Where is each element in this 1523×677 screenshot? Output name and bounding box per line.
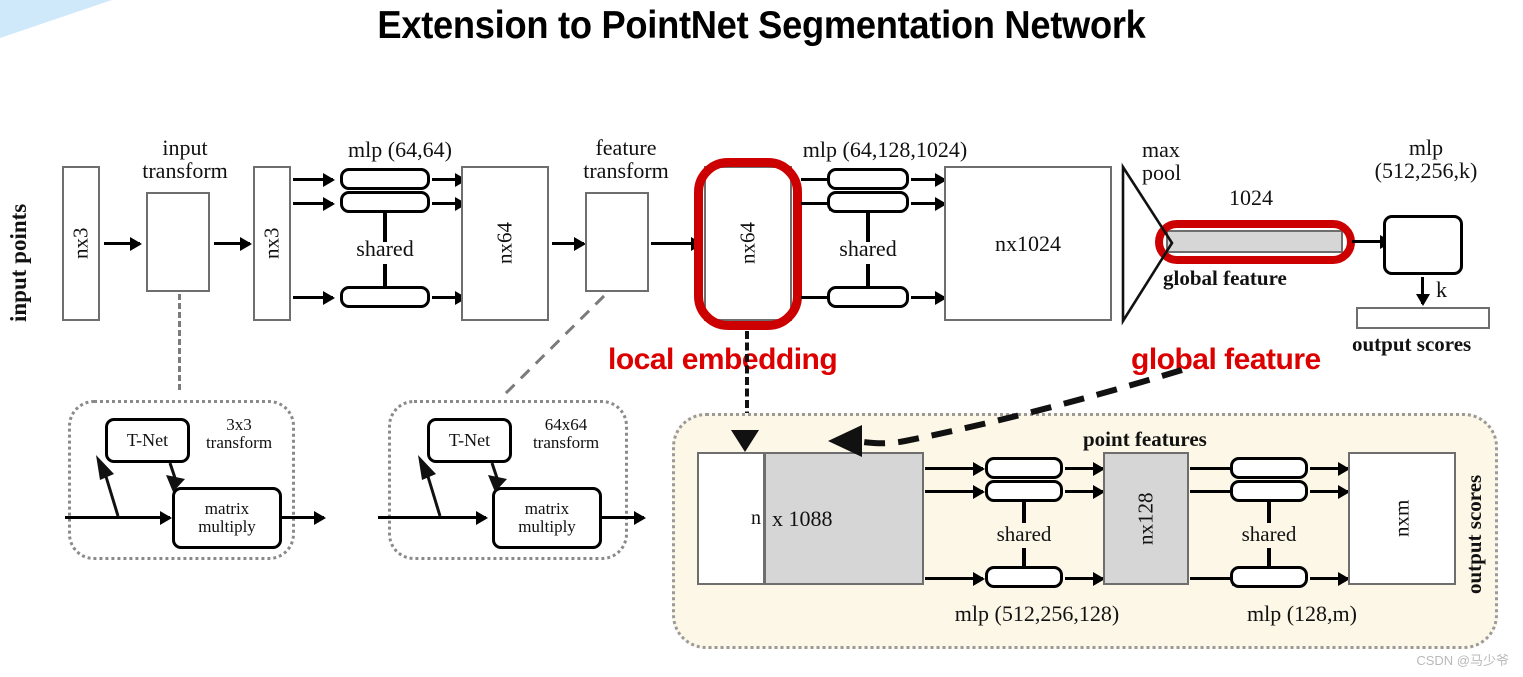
tnet-feature-output-arrow [602, 516, 644, 519]
mlp-512-256-k-caption: mlp (512,256,k) [1356, 136, 1496, 183]
arrow-nx3b-to-mlp1-row2 [293, 202, 333, 205]
tnet-input-mm-line1: matrix multiply [198, 499, 256, 536]
tnet-input-transform-caption: 3x3 transform [194, 415, 284, 453]
tnet-feature-flow-arrow [378, 516, 486, 519]
seg-mlp2-bar-2 [1230, 480, 1308, 502]
input-transform-dash-connector [178, 294, 181, 390]
local-embedding-annotation: local embedding [608, 343, 838, 376]
arrow-nx3b-to-mlp1-row3 [293, 296, 333, 299]
seg-shared-2-connector-bottom [1267, 548, 1271, 568]
global-feature-size-label: 1024 [1229, 185, 1273, 210]
block-x1088-label: x 1088 [772, 505, 833, 531]
feature-transform-caption-line1: feature [595, 135, 657, 160]
input-transform-caption-line1: input [162, 135, 208, 160]
tnet-feature-transform-caption-line1: 64x64 [544, 415, 588, 434]
max-pool-caption-line2: pool [1142, 160, 1182, 186]
block-nx64-a-label: nx64 [492, 222, 517, 265]
block-nx1024-label: nx1024 [995, 230, 1061, 256]
seg-mlp1-bar-2 [985, 480, 1063, 502]
feature-transform-caption: feature transform [551, 136, 701, 183]
mlp-64-64-bar-1 [340, 168, 430, 190]
block-n-label: n [751, 507, 761, 529]
tnet-feature-mm-line1: matrix multiply [518, 499, 576, 536]
arrow-segmlp1-row2-to-nx128 [1065, 490, 1103, 493]
mlp-64-128-1024-caption: mlp (64,128,1024) [802, 137, 968, 162]
block-input-transform [146, 192, 210, 292]
block-nx3-a-label: nx3 [68, 227, 93, 260]
tnet-feature-matrix-multiply-label: matrix multiply [492, 487, 602, 549]
local-embedding-highlight [694, 158, 802, 330]
page-title: Extension to PointNet Segmentation Netwo… [377, 4, 1146, 47]
seg-mlp2-bar-1 [1230, 457, 1308, 479]
input-transform-caption: input transform [110, 136, 260, 183]
tnet-feature-transform-caption-line2: transform [532, 433, 600, 453]
seg-shared-1-connector-bottom [1022, 548, 1026, 568]
tnet-feature-box-label: T-Net [448, 430, 491, 451]
arrow-mlp2-row1-to-nx1024 [911, 178, 945, 181]
global-feature-highlight [1155, 220, 1355, 264]
mlp-64-64-bar-2 [340, 191, 430, 213]
arrow-nx1088-row3 [925, 577, 983, 580]
arrow-nx1088-row1 [925, 467, 983, 470]
arrow-mlp2-row2-to-nx1024 [911, 202, 945, 205]
point-features-label: point features [1083, 427, 1207, 451]
shared-1-label: shared [356, 236, 414, 262]
block-output-scores [1356, 307, 1490, 329]
arrow-mlp2-row3-to-nx1024 [911, 296, 945, 299]
input-points-label: input points [6, 203, 31, 322]
arrow-segmlp2-row1-to-nxm [1310, 467, 1348, 470]
arrow-nx1088-row2 [925, 490, 983, 493]
mlp-512-256-k-caption-line1: mlp [1408, 135, 1444, 160]
tnet-feature-transform-caption: 64x64 transform [516, 415, 616, 453]
mlp-64-128-1024-bar-1 [827, 168, 909, 190]
feature-transform-caption-line2: transform [583, 158, 669, 184]
block-nx3-b-label: nx3 [259, 227, 284, 260]
block-nx128-label: nx128 [1133, 492, 1158, 545]
seg-shared-1-label: shared [996, 521, 1052, 546]
tnet-input-matrix-multiply-label: matrix multiply [172, 487, 282, 549]
arrow-segmlp1-row3-to-nx128 [1065, 577, 1103, 580]
global-feature-annotation: global feature [1131, 343, 1321, 376]
arrow-segmlp1-row1-to-nx128 [1065, 467, 1103, 470]
shared-2-connector-bottom [866, 264, 870, 288]
arrow-segmlp2-row3-to-nxm [1310, 577, 1348, 580]
max-pool-caption-line1: max [1142, 137, 1180, 162]
tnet-input-transform-caption-line1: 3x3 [226, 415, 252, 434]
block-nxm-label: nxm [1389, 499, 1414, 538]
block-feature-transform [585, 192, 649, 292]
mlp-64-128-1024-bar-2 [827, 191, 909, 213]
output-scores-label: output scores [1352, 332, 1472, 356]
tnet-input-flow-arrow [65, 516, 170, 519]
input-transform-caption-line2: transform [142, 158, 228, 184]
watermark: CSDN @马少爷 [1416, 653, 1509, 668]
mlp-512-256-k-caption-line2: (512,256,k) [1374, 158, 1478, 184]
mlp-64-64-bar-3 [340, 286, 430, 308]
mlp-64-64-caption: mlp (64,64) [348, 137, 452, 162]
seg-mlp1-bar-3 [985, 566, 1063, 588]
tnet-input-transform-caption-line2: transform [205, 433, 273, 453]
arrow-mlp3-to-output-scores [1421, 277, 1424, 304]
arrow-nx3a-to-input-transform [104, 242, 140, 245]
seg-mlp1-bar-1 [985, 457, 1063, 479]
tnet-input-output-arrow [282, 516, 324, 519]
seg-output-scores-label: output scores [1462, 474, 1486, 594]
arrow-segmlp2-row2-to-nxm [1310, 490, 1348, 493]
seg-mlp-128-m-caption: mlp (128,m) [1247, 601, 1357, 626]
shared-1-connector-bottom [383, 264, 387, 288]
mlp-64-128-1024-bar-3 [827, 286, 909, 308]
seg-mlp-512-256-128-caption: mlp (512,256,128) [954, 601, 1120, 626]
global-feature-label: global feature [1163, 266, 1287, 290]
arrow-nx64a-to-feature-transform [552, 242, 584, 245]
k-label: k [1436, 277, 1447, 302]
seg-mlp2-bar-3 [1230, 566, 1308, 588]
shared-2-label: shared [839, 236, 897, 262]
block-mlp-512-256-k [1383, 215, 1463, 275]
max-pool-caption: max pool [1142, 138, 1212, 185]
tnet-input-box-label: T-Net [126, 430, 169, 451]
arrow-input-transform-to-nx3b [214, 242, 250, 245]
seg-shared-2-label: shared [1241, 521, 1297, 546]
arrow-nx3b-to-mlp1-row1 [293, 178, 333, 181]
